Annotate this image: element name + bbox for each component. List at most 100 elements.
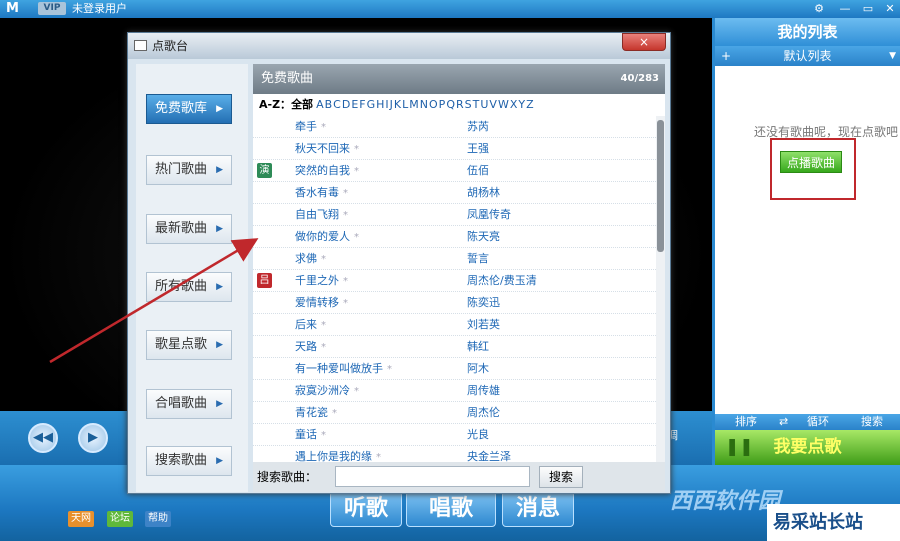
song-row[interactable]: 吕 千里之外 * 周杰伦/费玉清 (253, 270, 656, 292)
play-button[interactable]: ▶ (78, 423, 108, 453)
search-list-button[interactable]: 搜索 (861, 414, 883, 430)
filter-letter[interactable]: U (480, 98, 488, 111)
song-title-cell[interactable]: 自由飞翔 * (295, 204, 348, 227)
song-artist[interactable]: 凤凰传奇 (467, 204, 511, 226)
song-row[interactable]: 做你的爱人 * 陈天亮 (253, 226, 656, 248)
song-artist[interactable]: 胡杨林 (467, 182, 500, 204)
song-title-cell[interactable]: 秋天不回来 * (295, 138, 359, 161)
tab-sing[interactable]: 唱歌 (406, 491, 496, 527)
song-row[interactable]: 秋天不回来 * 王强 (253, 138, 656, 160)
filter-letter[interactable]: Y (518, 98, 525, 111)
tag-tianwang[interactable]: 天网 (68, 511, 94, 527)
song-row[interactable]: 香水有毒 * 胡杨林 (253, 182, 656, 204)
filter-all[interactable]: 全部 (291, 98, 313, 111)
song-artist[interactable]: 苏芮 (467, 116, 489, 138)
filter-letter[interactable]: X (510, 98, 518, 111)
song-title-cell[interactable]: 牵手 * (295, 116, 326, 139)
song-title-cell[interactable]: 遇上你是我的缘 * (295, 446, 381, 462)
filter-letter[interactable]: B (325, 98, 333, 111)
song-title-cell[interactable]: 求佛 * (295, 248, 326, 271)
song-row[interactable]: 遇上你是我的缘 * 央金兰泽 (253, 446, 656, 462)
restore-icon[interactable]: ▭ (860, 1, 876, 16)
song-row[interactable]: 自由飞翔 * 凤凰传奇 (253, 204, 656, 226)
loop-button[interactable]: 循环 (807, 414, 829, 430)
song-artist[interactable]: 陈天亮 (467, 226, 500, 248)
filter-letter[interactable]: M (409, 98, 419, 111)
filter-letter[interactable]: E (351, 98, 358, 111)
list-scrollbar[interactable] (656, 116, 665, 462)
song-title-cell[interactable]: 童话 * (295, 424, 326, 447)
song-title-cell[interactable]: 寂寞沙洲冷 * (295, 380, 359, 403)
song-title-cell[interactable]: 天路 * (295, 336, 326, 359)
song-artist[interactable]: 周杰伦 (467, 402, 500, 424)
filter-letter[interactable]: J (390, 98, 393, 111)
song-artist[interactable]: 王强 (467, 138, 489, 160)
filter-letter[interactable]: C (333, 98, 341, 111)
user-status[interactable]: 未登录用户 (72, 0, 127, 18)
song-row[interactable]: 牵手 * 苏芮 (253, 116, 656, 138)
sidebar-item-6[interactable]: 搜索歌曲 ▶ (146, 446, 232, 476)
list-selector[interactable]: + 默认列表 ▼ (715, 46, 900, 66)
tab-messages[interactable]: 消息 (502, 491, 574, 527)
minimize-icon[interactable]: — (837, 1, 853, 16)
song-artist[interactable]: 阿木 (467, 358, 489, 380)
filter-letter[interactable]: F (359, 98, 365, 111)
sidebar-item-3[interactable]: 所有歌曲 ▶ (146, 272, 232, 302)
sort-button[interactable]: 排序 (735, 414, 757, 430)
scrollbar-thumb[interactable] (657, 120, 664, 252)
dialog-close-button[interactable]: × (622, 33, 666, 51)
tag-help[interactable]: 帮助 (145, 511, 171, 527)
filter-letter[interactable]: Q (446, 98, 455, 111)
song-row[interactable]: 寂寞沙洲冷 * 周传雄 (253, 380, 656, 402)
settings-icon[interactable]: ⚙ (811, 1, 827, 16)
song-row[interactable]: 后来 * 刘若英 (253, 314, 656, 336)
play-song-button[interactable]: 点播歌曲 (780, 151, 842, 173)
filter-letter[interactable]: I (385, 98, 388, 111)
vip-badge[interactable]: VIP (38, 2, 66, 15)
filter-letter[interactable]: D (342, 98, 350, 111)
song-artist[interactable]: 光良 (467, 424, 489, 446)
filter-letter[interactable]: H (376, 98, 384, 111)
filter-letter[interactable]: L (402, 98, 408, 111)
song-title-cell[interactable]: 千里之外 * (295, 270, 348, 293)
song-title-cell[interactable]: 突然的自我 * (295, 160, 359, 183)
sidebar-item-4[interactable]: 歌星点歌 ▶ (146, 330, 232, 360)
tab-listen[interactable]: 听歌 (330, 491, 402, 527)
filter-letter[interactable]: T (473, 98, 480, 111)
song-row[interactable]: 有一种爱叫做放手 * 阿木 (253, 358, 656, 380)
song-title-cell[interactable]: 爱情转移 * (295, 292, 348, 315)
filter-letter[interactable]: K (394, 98, 401, 111)
search-input[interactable] (335, 466, 530, 487)
sidebar-item-0[interactable]: 免费歌库 ▶ (146, 94, 232, 124)
song-title-cell[interactable]: 有一种爱叫做放手 * (295, 358, 392, 381)
song-title-cell[interactable]: 后来 * (295, 314, 326, 337)
filter-letter[interactable]: O (429, 98, 438, 111)
filter-letter[interactable]: P (439, 98, 446, 111)
song-row[interactable]: 童话 * 光良 (253, 424, 656, 446)
filter-letter[interactable]: S (465, 98, 472, 111)
filter-letter[interactable]: W (498, 98, 509, 111)
filter-letter[interactable]: R (456, 98, 464, 111)
close-icon[interactable]: ✕ (882, 1, 898, 16)
filter-letter[interactable]: A (316, 98, 324, 111)
filter-letter[interactable]: V (489, 98, 497, 111)
filter-letter[interactable]: Z (526, 98, 534, 111)
dialog-title-bar[interactable]: 点歌台 × (128, 33, 670, 59)
song-title-cell[interactable]: 香水有毒 * (295, 182, 348, 205)
song-artist[interactable]: 周杰伦/费玉清 (467, 270, 537, 292)
tag-forum[interactable]: 论坛 (107, 511, 133, 527)
song-row[interactable]: 爱情转移 * 陈奕迅 (253, 292, 656, 314)
song-artist[interactable]: 刘若英 (467, 314, 500, 336)
song-artist[interactable]: 周传雄 (467, 380, 500, 402)
song-row[interactable]: 演 突然的自我 * 伍佰 (253, 160, 656, 182)
sidebar-item-5[interactable]: 合唱歌曲 ▶ (146, 389, 232, 419)
song-artist[interactable]: 誓言 (467, 248, 489, 270)
sidebar-item-2[interactable]: 最新歌曲 ▶ (146, 214, 232, 244)
loop-icon[interactable]: ⇄ (779, 414, 788, 430)
filter-letter[interactable]: N (420, 98, 428, 111)
song-artist[interactable]: 韩红 (467, 336, 489, 358)
song-title-cell[interactable]: 做你的爱人 * (295, 226, 359, 249)
search-button[interactable]: 搜索 (539, 466, 583, 488)
song-row[interactable]: 求佛 * 誓言 (253, 248, 656, 270)
song-artist[interactable]: 央金兰泽 (467, 446, 511, 462)
